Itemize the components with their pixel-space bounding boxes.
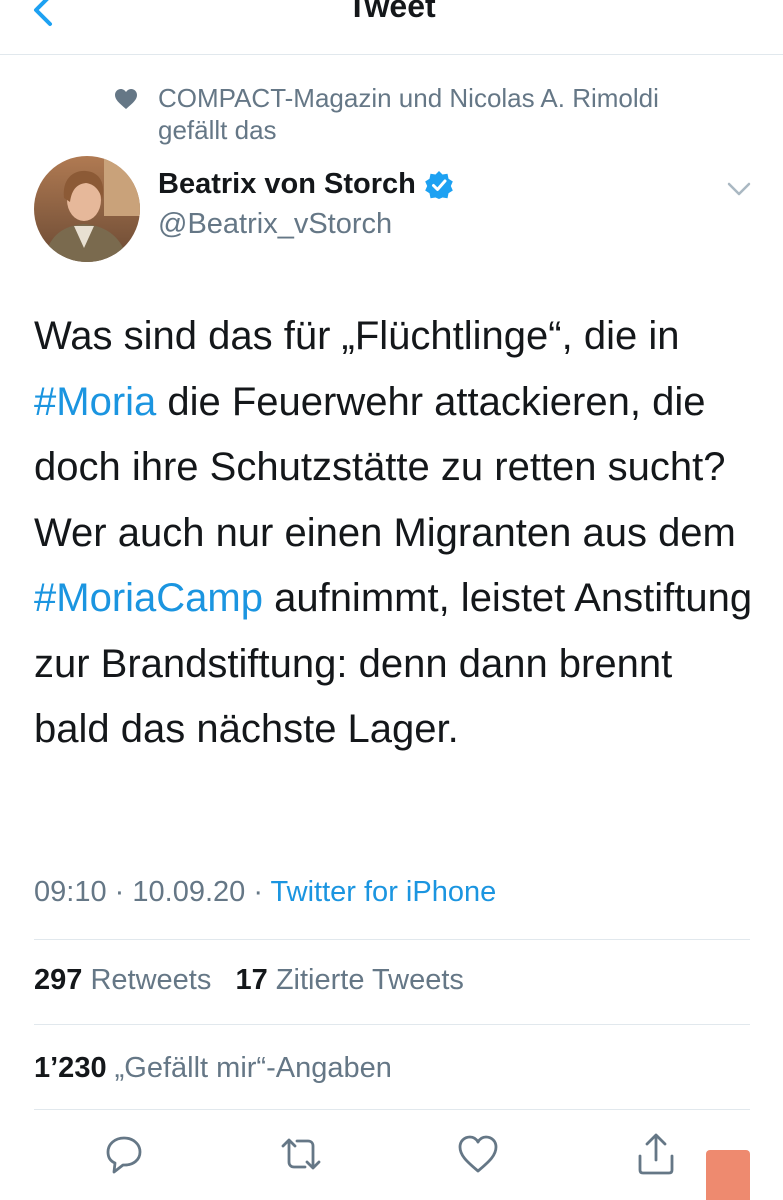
author-handle[interactable]: @Beatrix_vStorch <box>158 208 392 241</box>
divider <box>34 1024 750 1025</box>
page-title: Tweet <box>347 0 436 24</box>
source-link[interactable]: Twitter for iPhone <box>271 876 497 908</box>
meta-separator: · <box>253 876 263 908</box>
share-icon <box>638 1133 674 1175</box>
retweets-count: 297 <box>34 964 83 996</box>
avatar[interactable] <box>34 156 140 262</box>
reply-button[interactable] <box>102 1132 146 1176</box>
retweets-stat[interactable]: 297 Retweets <box>34 964 211 996</box>
like-button[interactable] <box>456 1132 500 1176</box>
nav-header: Tweet <box>0 0 783 55</box>
hashtag-link[interactable]: #Moria <box>34 380 156 424</box>
chevron-down-icon <box>727 182 751 196</box>
heart-icon <box>115 89 137 109</box>
highlight-mark <box>706 1150 750 1200</box>
profile-photo <box>34 156 140 262</box>
verified-badge-icon <box>425 170 453 199</box>
social-context-text: COMPACT-Magazin und Nicolas A. Rimoldi g… <box>158 83 659 145</box>
divider <box>34 939 750 940</box>
retweets-label: Retweets <box>90 964 212 996</box>
tweet-detail-page: Tweet COMPACT-Magazin und Nicolas A. Rim… <box>0 0 783 1200</box>
author-name[interactable]: Beatrix von Storch <box>158 168 454 201</box>
quotes-count: 17 <box>235 964 268 996</box>
quotes-label: Zitierte Tweets <box>275 964 464 996</box>
tweet-date: 10.09.20 <box>132 876 246 908</box>
retweet-button[interactable] <box>279 1132 323 1176</box>
retweet-icon <box>281 1138 321 1170</box>
author-display-name: Beatrix von Storch <box>158 168 416 200</box>
tweet-text-part: Was sind das für „Flüchtlinge“, die in <box>34 314 680 358</box>
like-icon <box>458 1135 498 1173</box>
reply-icon <box>106 1136 142 1174</box>
tweet-text: Was sind das für „Flüchtlinge“, die in #… <box>34 304 754 763</box>
tweet-time: 09:10 <box>34 876 107 908</box>
quotes-stat[interactable]: 17 Zitierte Tweets <box>236 964 464 996</box>
retweet-stats-row: 297 Retweets 17 Zitierte Tweets <box>34 964 464 997</box>
likes-label: „Gefällt mir“-Angaben <box>114 1052 392 1084</box>
hashtag-link[interactable]: #MoriaCamp <box>34 576 263 620</box>
tweet-meta: 09:10 · 10.09.20 · Twitter for iPhone <box>34 876 496 909</box>
likes-count: 1’230 <box>34 1052 107 1084</box>
meta-separator: · <box>114 876 125 908</box>
likes-stats-row[interactable]: 1’230 „Gefällt mir“-Angaben <box>34 1052 392 1085</box>
share-button[interactable] <box>634 1132 678 1176</box>
divider <box>34 1109 750 1110</box>
more-options-button[interactable] <box>724 178 754 200</box>
